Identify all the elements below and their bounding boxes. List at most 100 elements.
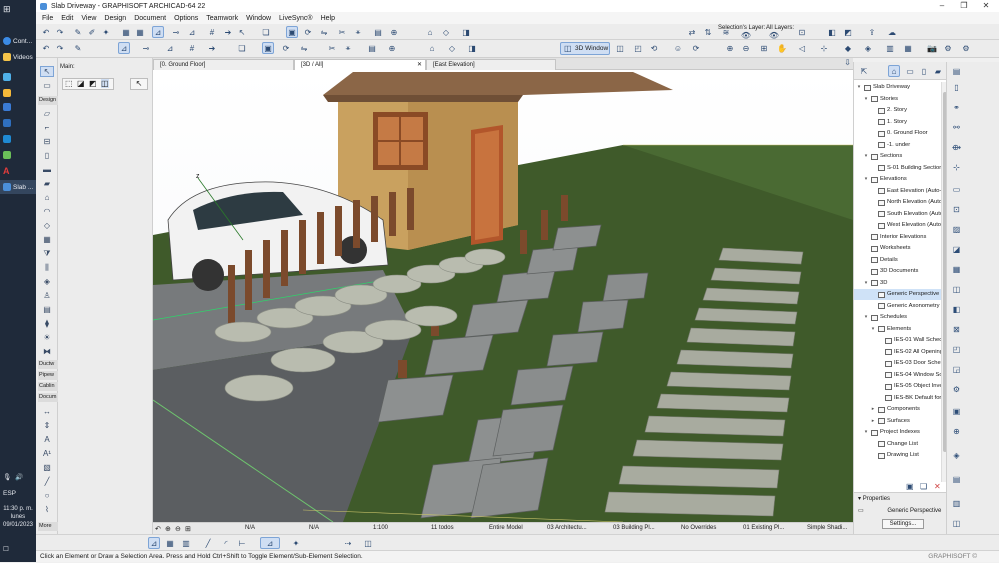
magic-bottom-button[interactable]: ✦ bbox=[290, 537, 302, 549]
beam-tool[interactable]: ▬ bbox=[40, 164, 54, 175]
expand-toggle-icon[interactable]: ▾ bbox=[856, 82, 862, 93]
palette-btn-t[interactable]: ▥ bbox=[951, 498, 962, 509]
tb2-btn-19[interactable]: ◨ bbox=[466, 42, 478, 54]
palette-btn-p[interactable]: ▣ bbox=[951, 406, 962, 417]
line-bottom-button[interactable]: ╱ bbox=[202, 537, 214, 549]
navigator-item[interactable]: 3D Documents bbox=[854, 266, 941, 277]
expand-toggle-icon[interactable]: ▾ bbox=[863, 151, 869, 162]
taskbar-app-acrobat[interactable]: A bbox=[0, 164, 36, 178]
roof-tool[interactable]: ⌂ bbox=[40, 192, 54, 203]
expand-toggle-icon[interactable]: ▾ bbox=[863, 174, 869, 185]
palette-btn-o[interactable]: ⚙ bbox=[951, 384, 962, 395]
menu-design[interactable]: Design bbox=[104, 15, 126, 22]
undo-view-icon[interactable]: ↶ bbox=[155, 525, 161, 533]
palette-btn-b[interactable]: ⚯ bbox=[951, 122, 962, 133]
3d-cutting-button[interactable]: ◰ bbox=[632, 42, 644, 54]
arrow-button[interactable]: ➔ bbox=[222, 26, 234, 38]
menu-file[interactable]: File bbox=[42, 15, 53, 22]
navigator-item[interactable]: ▾ 3D bbox=[854, 278, 941, 289]
navigator-item[interactable]: ▸ Components bbox=[854, 404, 941, 415]
delete-view-icon[interactable]: ✕ bbox=[934, 482, 941, 491]
taskbar-item-archicad[interactable]: Slab ... bbox=[0, 180, 36, 194]
teamwork-send-button[interactable]: ⇄ bbox=[686, 26, 698, 38]
toolbox-section-document[interactable]: Docum bbox=[38, 393, 58, 402]
palette-btn-chart[interactable]: ▤ bbox=[951, 66, 962, 77]
dimension-tool[interactable]: ↔ bbox=[40, 406, 54, 417]
3d-viewport[interactable]: z bbox=[153, 70, 853, 522]
palette-btn-r[interactable]: ◈ bbox=[951, 450, 962, 461]
menu-help[interactable]: Help bbox=[321, 15, 335, 22]
trace-button[interactable]: ⌂ bbox=[424, 26, 436, 38]
mirror-button[interactable]: ⇋ bbox=[318, 26, 330, 38]
rotate-button[interactable]: ⟳ bbox=[302, 26, 314, 38]
tb2-btn-5[interactable]: ⊸ bbox=[140, 42, 152, 54]
tb2-btn-15[interactable]: ▤ bbox=[366, 42, 378, 54]
tb2-btn-3[interactable]: ✎ bbox=[72, 42, 84, 54]
zone-tool[interactable]: ▤ bbox=[40, 304, 54, 315]
palette-btn-l[interactable]: ⊠ bbox=[951, 324, 962, 335]
view-options-button[interactable]: ⊡ bbox=[796, 26, 808, 38]
navigator-item[interactable]: Generic Axonometry bbox=[854, 301, 941, 312]
toolbox-section-more[interactable]: More bbox=[38, 522, 58, 531]
camera-button[interactable]: 📷 bbox=[926, 42, 938, 54]
expand-toggle-icon[interactable]: ▾ bbox=[863, 94, 869, 105]
tb2-btn-4[interactable]: ⊿ bbox=[118, 42, 130, 54]
previous-zoom-button[interactable]: ◁ bbox=[796, 42, 808, 54]
grid-snap-button[interactable]: # bbox=[206, 26, 218, 38]
menu-livesync[interactable]: LiveSync® bbox=[279, 15, 313, 22]
walk-mode-button[interactable]: ☺ bbox=[672, 42, 684, 54]
arrow-tool[interactable]: ↖ bbox=[40, 66, 54, 77]
pointer-mode-button[interactable]: ↖ bbox=[130, 78, 148, 90]
magic-wand-button[interactable]: ✦ bbox=[100, 26, 112, 38]
navigator-item[interactable]: ▾ Slab Driveway bbox=[854, 82, 941, 93]
marquee-tool[interactable]: ▭ bbox=[40, 80, 54, 91]
trace-ref-button[interactable]: ◈ bbox=[862, 42, 874, 54]
palette-btn-h[interactable]: ◪ bbox=[951, 244, 962, 255]
tab-3d-all[interactable]: [3D / All] ✕ bbox=[294, 59, 426, 70]
layers-button[interactable]: ◇ bbox=[440, 26, 452, 38]
palette-btn-k[interactable]: ◧ bbox=[951, 304, 962, 315]
taskbar-app-4[interactable] bbox=[0, 116, 36, 130]
settings-button[interactable]: Settings... bbox=[882, 519, 924, 529]
notifications-button[interactable]: ☐ bbox=[0, 542, 36, 556]
column-tool[interactable]: ▯ bbox=[40, 150, 54, 161]
polyline-tool[interactable]: ⌇ bbox=[40, 504, 54, 515]
selection-method-group[interactable]: ⬚ ◪ ◩ ◫ bbox=[62, 78, 114, 90]
na-field-1[interactable]: N/A bbox=[245, 525, 255, 531]
palette-btn-s[interactable]: ▤ bbox=[951, 474, 962, 485]
renovation-filter-field[interactable]: 01 Existing Pl... bbox=[743, 525, 784, 531]
navigator-item[interactable]: West Elevation (Auto-rebuild) bbox=[854, 220, 941, 231]
window-tool[interactable]: ⊟ bbox=[40, 136, 54, 147]
tray-icons[interactable]: 🎙 🔊 bbox=[0, 470, 36, 484]
navigator-item[interactable]: Generic Perspective bbox=[854, 289, 941, 300]
taskbar-app-2[interactable] bbox=[0, 86, 36, 100]
palette-btn-doc[interactable]: ▯ bbox=[951, 82, 962, 93]
floor-plan-button[interactable]: ▣ bbox=[286, 26, 298, 38]
tool-btn-b[interactable]: ▦ bbox=[134, 26, 146, 38]
3d-navigation-button[interactable]: ⟲ bbox=[648, 42, 660, 54]
menu-window[interactable]: Window bbox=[246, 15, 271, 22]
palette-btn-m[interactable]: ◰ bbox=[951, 344, 962, 355]
3d-style-field[interactable]: Simple Shadi... bbox=[807, 525, 847, 531]
taskbar-app-1[interactable] bbox=[0, 70, 36, 84]
tb2-btn-8[interactable]: ➔ bbox=[206, 42, 218, 54]
render-button[interactable]: ◆ bbox=[842, 42, 854, 54]
palette-btn-a[interactable]: ⚭ bbox=[951, 102, 962, 113]
menu-document[interactable]: Document bbox=[134, 15, 166, 22]
navigator-item[interactable]: IES-BK Default for... bbox=[854, 393, 941, 404]
palette-btn-d[interactable]: ⊹ bbox=[951, 162, 962, 173]
tb2-btn-14[interactable]: ⚹ bbox=[342, 42, 354, 54]
expand-toggle-icon[interactable]: ▾ bbox=[863, 278, 869, 289]
trace-bottom-button[interactable]: ⇢ bbox=[342, 537, 354, 549]
navigator-item[interactable]: Interior Elevations bbox=[854, 232, 941, 243]
measure-bottom-button[interactable]: ⊢ bbox=[236, 537, 248, 549]
navigator-item[interactable]: Worksheets bbox=[854, 243, 941, 254]
renovation-button[interactable]: ◩ bbox=[842, 26, 854, 38]
navigator-item[interactable]: ▾ Project Indexes bbox=[854, 427, 941, 438]
suspend-groups-button[interactable]: ▥ bbox=[180, 537, 192, 549]
navigator-item[interactable]: IES-04 Window Schedule bbox=[854, 370, 941, 381]
intersect-button[interactable]: ⊕ bbox=[388, 26, 400, 38]
teamwork-receive-button[interactable]: ⇅ bbox=[702, 26, 714, 38]
wall-tool[interactable]: ▱ bbox=[40, 108, 54, 119]
expand-toggle-icon[interactable]: ▾ bbox=[870, 324, 876, 335]
